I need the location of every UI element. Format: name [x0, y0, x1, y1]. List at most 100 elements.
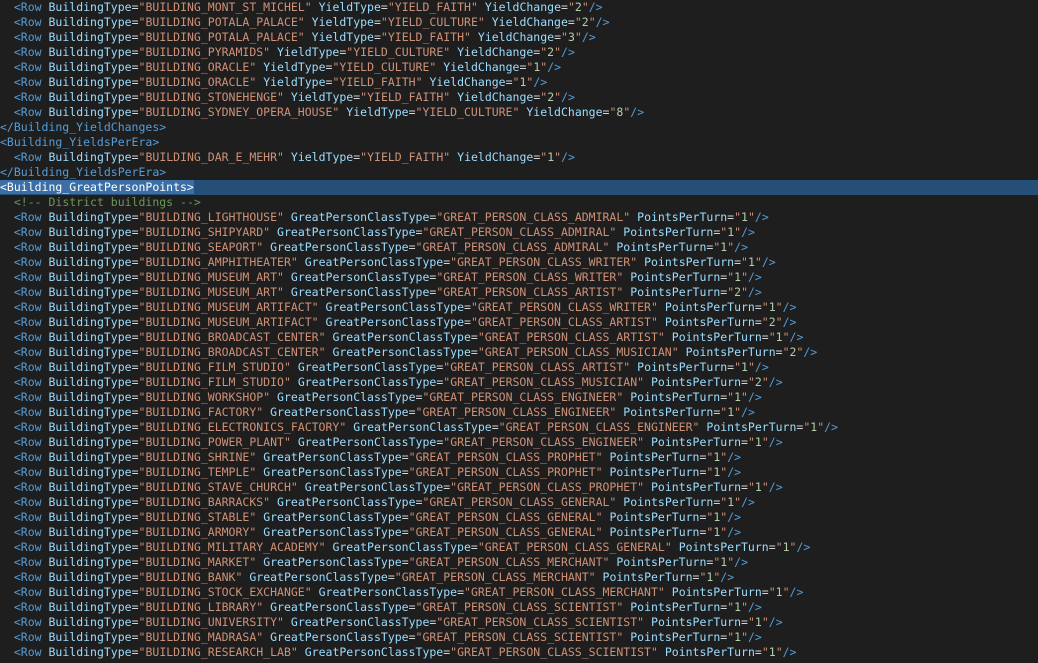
- code-line[interactable]: <Row BuildingType="BUILDING_BARRACKS" Gr…: [0, 495, 1038, 510]
- xml-equals: =: [768, 540, 776, 554]
- xml-attribute-name: BuildingType: [48, 630, 132, 644]
- xml-tag-end: />: [782, 645, 797, 659]
- xml-equals: =: [131, 60, 139, 74]
- code-line[interactable]: <Row BuildingType="BUILDING_MUSEUM_ARTIF…: [0, 315, 1038, 330]
- code-line[interactable]: <Row BuildingType="BUILDING_AMPHITHEATER…: [0, 255, 1038, 270]
- code-line[interactable]: <Row BuildingType="BUILDING_TEMPLE" Grea…: [0, 465, 1038, 480]
- xml-tag: <Row: [13, 150, 42, 164]
- code-line[interactable]: <Row BuildingType="BUILDING_STOCK_EXCHAN…: [0, 585, 1038, 600]
- code-line[interactable]: <Row BuildingType="BUILDING_MUSEUM_ARTIF…: [0, 300, 1038, 315]
- code-line[interactable]: <Row BuildingType="BUILDING_BANK" GreatP…: [0, 570, 1038, 585]
- xml-tag: <Row: [13, 15, 42, 29]
- xml-attribute-value: BUILDING_STABLE: [145, 510, 250, 524]
- xml-attribute-name: GreatPersonClassType: [325, 315, 464, 329]
- code-line[interactable]: <Row BuildingType="BUILDING_SHIPYARD" Gr…: [0, 225, 1038, 240]
- xml-equals: =: [131, 615, 139, 629]
- code-line[interactable]: <Row BuildingType="BUILDING_BROADCAST_CE…: [0, 330, 1038, 345]
- xml-quote: ": [637, 480, 645, 494]
- code-line[interactable]: <Row BuildingType="BUILDING_POWER_PLANT"…: [0, 435, 1038, 450]
- code-line[interactable]: <Row BuildingType="BUILDING_SYDNEY_OPERA…: [0, 105, 1038, 120]
- xml-attribute-name: BuildingType: [48, 330, 132, 344]
- code-line[interactable]: <Row BuildingType="BUILDING_MILITARY_ACA…: [0, 540, 1038, 555]
- xml-tag-end: />: [768, 615, 783, 629]
- code-line[interactable]: <Row BuildingType="BUILDING_MADRASA" Gre…: [0, 630, 1038, 645]
- code-line[interactable]: <Row BuildingType="BUILDING_DAR_E_MEHR" …: [0, 150, 1038, 165]
- xml-attribute-value: GREAT_PERSON_CLASS_MERCHANT: [415, 555, 603, 569]
- xml-tag: <Row: [13, 570, 42, 584]
- xml-quote: ": [768, 585, 776, 599]
- xml-attribute-name: BuildingType: [48, 480, 132, 494]
- code-line[interactable]: <Row BuildingType="BUILDING_RESEARCH_LAB…: [0, 645, 1038, 660]
- code-line[interactable]: <Row BuildingType="BUILDING_LIBRARY" Gre…: [0, 600, 1038, 615]
- xml-attribute-value: GREAT_PERSON_CLASS_ENGINEER: [429, 390, 617, 404]
- xml-quote: ": [754, 255, 762, 269]
- xml-attribute-name: BuildingType: [48, 285, 132, 299]
- xml-tag: <Row: [13, 255, 42, 269]
- xml-attribute-name: YieldType: [263, 60, 326, 74]
- code-line[interactable]: <Row BuildingType="BUILDING_UNIVERSITY" …: [0, 615, 1038, 630]
- code-line[interactable]: </Building_YieldsPerEra>: [0, 165, 1038, 180]
- xml-attribute-name: GreatPersonClassType: [290, 285, 430, 299]
- code-line[interactable]: <Row BuildingType="BUILDING_FILM_STUDIO"…: [0, 360, 1038, 375]
- xml-tag-end: />: [824, 420, 839, 434]
- xml-quote: ": [616, 285, 624, 299]
- code-line[interactable]: <!-- District buildings -->: [0, 195, 1038, 210]
- code-line[interactable]: <Row BuildingType="BUILDING_SEAPORT" Gre…: [0, 240, 1038, 255]
- code-line[interactable]: <Building_YieldsPerEra>: [0, 135, 1038, 150]
- xml-attribute-name: BuildingType: [48, 45, 132, 59]
- code-line[interactable]: <Row BuildingType="BUILDING_FILM_STUDIO"…: [0, 375, 1038, 390]
- xml-quote: ": [277, 270, 284, 284]
- code-line[interactable]: <Row BuildingType="BUILDING_PYRAMIDS" Yi…: [0, 45, 1038, 60]
- xml-attribute-value: GREAT_PERSON_CLASS_ENGINEER: [450, 435, 638, 449]
- xml-quote: ": [595, 450, 603, 464]
- code-line[interactable]: </Building_YieldChanges>: [0, 120, 1038, 135]
- code-line[interactable]: <Row BuildingType="BUILDING_MUSEUM_ART" …: [0, 270, 1038, 285]
- xml-attribute-value: BUILDING_SYDNEY_OPERA_HOUSE: [145, 105, 333, 119]
- code-line[interactable]: <Building_GreatPersonPoints>: [0, 180, 1038, 195]
- xml-attribute-name: YieldChange: [477, 30, 555, 44]
- xml-attribute-name: YieldType: [277, 45, 340, 59]
- xml-equals: =: [131, 525, 139, 539]
- code-editor[interactable]: <Row BuildingType="BUILDING_MONT_ST_MICH…: [0, 0, 1038, 663]
- xml-equals: =: [761, 330, 769, 344]
- xml-quote: ": [657, 585, 665, 599]
- code-line[interactable]: <Row BuildingType="BUILDING_ORACLE" Yiel…: [0, 75, 1038, 90]
- xml-tag-end: />: [727, 510, 742, 524]
- code-line[interactable]: <Row BuildingType="BUILDING_STABLE" Grea…: [0, 510, 1038, 525]
- xml-tag: <Row: [13, 60, 42, 74]
- xml-attribute-value: YIELD_CULTURE: [387, 15, 478, 29]
- xml-quote: ": [256, 600, 264, 614]
- xml-quote: ": [263, 390, 271, 404]
- code-line[interactable]: <Row BuildingType="BUILDING_LIGHTHOUSE" …: [0, 210, 1038, 225]
- xml-tag-end: />: [748, 270, 762, 284]
- xml-tag-end: />: [741, 495, 755, 509]
- xml-quote: ": [782, 330, 790, 344]
- code-line[interactable]: <Row BuildingType="BUILDING_MUSEUM_ART" …: [0, 285, 1038, 300]
- code-line[interactable]: <Row BuildingType="BUILDING_STAVE_CHURCH…: [0, 480, 1038, 495]
- code-line[interactable]: <Row BuildingType="BUILDING_POTALA_PALAC…: [0, 30, 1038, 45]
- code-line[interactable]: <Row BuildingType="BUILDING_ELECTRONICS_…: [0, 420, 1038, 435]
- code-line[interactable]: <Row BuildingType="BUILDING_MONT_ST_MICH…: [0, 0, 1038, 15]
- code-line[interactable]: <Row BuildingType="BUILDING_POTALA_PALAC…: [0, 15, 1038, 30]
- xml-tag: <Row: [13, 240, 42, 254]
- xml-quote: ": [470, 315, 478, 329]
- code-line[interactable]: <Row BuildingType="BUILDING_FACTORY" Gre…: [0, 405, 1038, 420]
- xml-equals: =: [408, 105, 416, 119]
- xml-tag: <Row: [13, 420, 42, 434]
- code-line[interactable]: <Row BuildingType="BUILDING_ORACLE" Yiel…: [0, 60, 1038, 75]
- xml-attribute-value: 1: [741, 360, 748, 374]
- code-line[interactable]: <Row BuildingType="BUILDING_BROADCAST_CE…: [0, 345, 1038, 360]
- xml-quote: ": [761, 300, 769, 314]
- xml-tag-end: />: [595, 15, 610, 29]
- code-line[interactable]: <Row BuildingType="BUILDING_ARMORY" Grea…: [0, 525, 1038, 540]
- xml-attribute-value: BUILDING_ARMORY: [145, 525, 250, 539]
- code-line[interactable]: <Row BuildingType="BUILDING_SHRINE" Grea…: [0, 450, 1038, 465]
- xml-tag-end: />: [754, 210, 769, 224]
- code-line[interactable]: <Row BuildingType="BUILDING_MARKET" Grea…: [0, 555, 1038, 570]
- xml-open-tag: <Building_YieldsPerEra>: [0, 135, 160, 149]
- code-line[interactable]: <Row BuildingType="BUILDING_STONEHENGE" …: [0, 90, 1038, 105]
- xml-attribute-name: BuildingType: [48, 585, 132, 599]
- code-line[interactable]: <Row BuildingType="BUILDING_WORKSHOP" Gr…: [0, 390, 1038, 405]
- xml-quote: ": [249, 510, 257, 524]
- xml-tag: <Row: [13, 90, 42, 104]
